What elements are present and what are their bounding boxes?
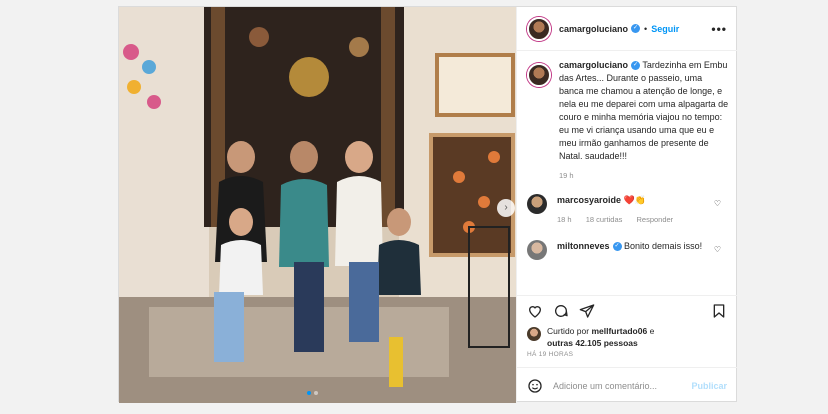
action-bar xyxy=(517,295,737,325)
post-photo[interactable]: › xyxy=(119,7,516,403)
heart-icon[interactable]: ♡ xyxy=(714,245,721,254)
author-username[interactable]: camargoluciano xyxy=(559,24,628,34)
likes-text: Curtido por mellfurtado06 e outras 42.10… xyxy=(547,325,654,349)
caption: camargoluciano ✓ Tardezinha em Embu das A… xyxy=(527,59,729,163)
separator-dot: • xyxy=(644,23,648,34)
avatar[interactable] xyxy=(527,63,551,87)
post-photo-illustration xyxy=(119,7,516,403)
comment-username[interactable]: miltonneves xyxy=(557,241,610,251)
caption-username[interactable]: camargoluciano xyxy=(559,60,628,70)
avatar[interactable] xyxy=(527,16,551,41)
instagram-post-card: › camargoluciano ✓ • Seguir ••• camargol… xyxy=(118,6,737,403)
follow-button[interactable]: Seguir xyxy=(651,24,679,34)
publish-button[interactable]: Publicar xyxy=(691,381,727,391)
avatar[interactable] xyxy=(527,240,547,260)
heart-icon[interactable] xyxy=(527,303,543,319)
comment-text: ❤️👏 xyxy=(623,195,646,205)
avatar xyxy=(527,327,541,341)
likes-user[interactable]: mellfurtado06 xyxy=(591,326,647,336)
comment-text: Bonito demais isso! xyxy=(624,241,703,251)
add-comment-bar: Publicar xyxy=(517,367,737,403)
comment-time: 18 h xyxy=(557,215,572,224)
caption-time: 19 h xyxy=(559,171,574,180)
likes-summary: Curtido por mellfurtado06 e outras 42.10… xyxy=(527,325,654,349)
heart-icon[interactable]: ♡ xyxy=(714,199,721,208)
more-icon[interactable]: ••• xyxy=(711,22,727,36)
comment-body: marcosyaroide ❤️👏 18 h 18 curtidas Respo… xyxy=(557,194,707,226)
share-icon[interactable] xyxy=(579,303,595,319)
carousel-dot xyxy=(314,391,318,395)
post-time-ago: HÁ 19 HORAS xyxy=(527,351,574,358)
verified-icon: ✓ xyxy=(631,61,641,71)
emoji-icon[interactable] xyxy=(527,378,543,394)
verified-icon: ✓ xyxy=(612,242,622,252)
reply-button[interactable]: Responder xyxy=(636,215,673,224)
likes-prefix: Curtido por xyxy=(547,326,590,336)
comment-item: marcosyaroide ❤️👏 18 h 18 curtidas Respo… xyxy=(527,194,729,226)
comment-input[interactable] xyxy=(553,380,692,391)
post-header: camargoluciano ✓ • Seguir ••• xyxy=(517,7,737,51)
verified-icon: ✓ xyxy=(631,24,641,33)
comment-body: miltonneves ✓ Bonito demais isso! xyxy=(557,240,707,253)
carousel-dot-active xyxy=(307,391,311,395)
caption-body: Tardezinha em Embu das Artes... Durante … xyxy=(559,60,729,161)
post-side-panel: camargoluciano ✓ • Seguir ••• camargoluc… xyxy=(516,7,737,403)
bookmark-icon[interactable] xyxy=(711,303,727,319)
comment-item: miltonneves ✓ Bonito demais isso! ♡ xyxy=(527,240,729,260)
chevron-right-icon[interactable]: › xyxy=(497,199,515,217)
caption-text: camargoluciano ✓ Tardezinha em Embu das A… xyxy=(559,59,729,163)
comment-likes[interactable]: 18 curtidas xyxy=(586,215,623,224)
avatar[interactable] xyxy=(527,194,547,214)
comment-meta: 18 h 18 curtidas Responder xyxy=(557,213,707,226)
likes-suffix: e xyxy=(649,326,655,336)
comment-icon[interactable] xyxy=(553,303,569,319)
comments-list: camargoluciano ✓ Tardezinha em Embu das A… xyxy=(527,59,729,260)
carousel-dots xyxy=(307,391,318,395)
comment-username[interactable]: marcosyaroide xyxy=(557,195,621,205)
likes-others[interactable]: outras 42.105 pessoas xyxy=(547,338,638,348)
